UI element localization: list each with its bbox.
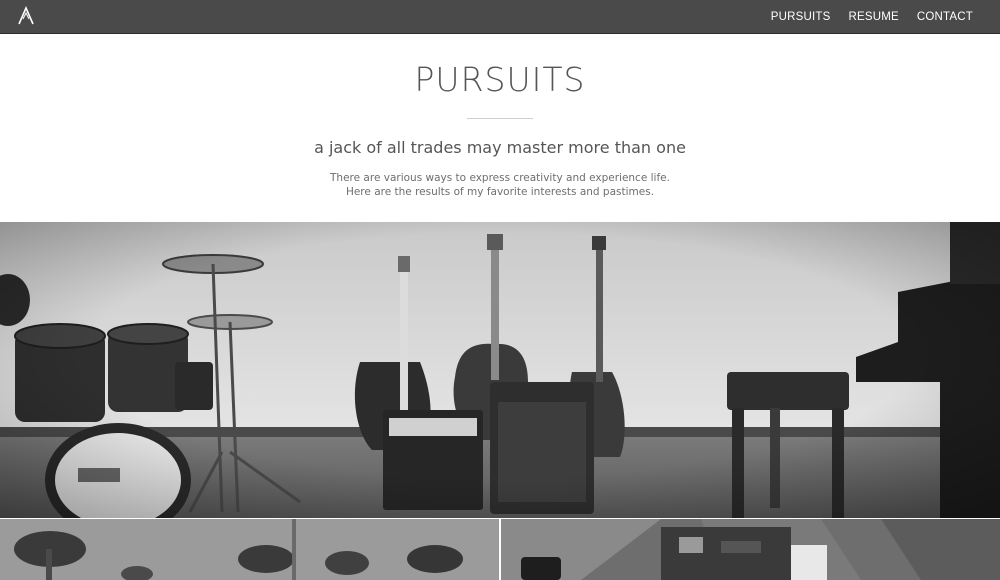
- music-photo-illustration: [0, 222, 1000, 518]
- nav-link-resume[interactable]: RESUME: [848, 11, 898, 23]
- description-line-1: There are various ways to express creati…: [330, 172, 670, 184]
- nav-menu: PURSUITS RESUME CONTACT: [771, 0, 973, 34]
- title-divider: [467, 118, 533, 119]
- music-instruments-photo[interactable]: [0, 222, 1000, 518]
- electronics-photo-illustration: [501, 519, 1000, 580]
- a-logo-icon[interactable]: [16, 6, 36, 26]
- description-line-2: Here are the results of my favorite inte…: [345, 186, 655, 198]
- nav-link-pursuits[interactable]: PURSUITS: [771, 11, 831, 23]
- palm-photo-illustration: [0, 519, 499, 580]
- page-title: PURSUITS: [414, 60, 586, 99]
- top-navbar: PURSUITS RESUME CONTACT: [0, 0, 1000, 34]
- page-subtitle: a jack of all trades may master more tha…: [314, 138, 686, 157]
- palm-trees-photo[interactable]: [0, 519, 499, 580]
- electronics-photo[interactable]: [501, 519, 1000, 580]
- nav-link-contact[interactable]: CONTACT: [917, 11, 973, 23]
- page-description: There are various ways to express creati…: [0, 171, 1000, 199]
- pursuits-header: PURSUITS a jack of all trades may master…: [0, 34, 1000, 222]
